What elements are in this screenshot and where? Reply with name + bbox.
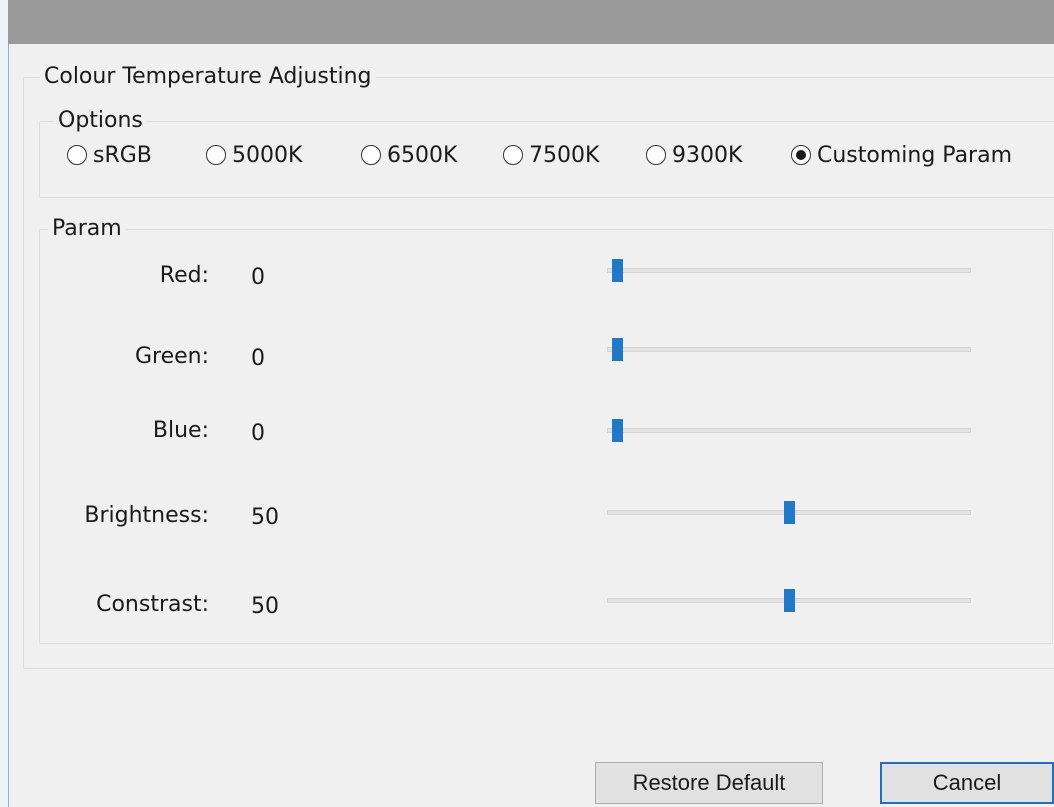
radio-srgb-label: sRGB [93,142,152,168]
radio-srgb[interactable]: sRGB [67,138,152,172]
radio-5000k-label: 5000K [232,142,303,168]
blue-label: Blue: [152,418,209,443]
red-label: Red: [159,263,209,288]
brightness-value: 50 [251,505,279,530]
brightness-label: Brightness: [84,503,209,528]
brightness-slider[interactable] [607,501,971,525]
red-slider-track [607,268,971,273]
contrast-slider[interactable] [607,589,971,613]
radio-6500k[interactable]: 6500K [361,138,457,172]
red-value: 0 [251,265,265,290]
radio-9300k[interactable]: 9300K [646,138,742,172]
radio-circle-icon [206,145,226,165]
brightness-slider-thumb[interactable] [784,501,795,524]
title-bar[interactable] [8,0,1054,44]
green-slider-track [607,347,971,352]
green-slider[interactable] [607,338,971,362]
radio-customing-param[interactable]: Customing Param [791,138,1012,172]
radio-7500k[interactable]: 7500K [503,138,599,172]
restore-default-button[interactable]: Restore Default [595,762,823,804]
blue-slider-thumb[interactable] [612,419,623,442]
radio-5000k[interactable]: 5000K [206,138,302,172]
contrast-slider-thumb[interactable] [784,589,795,612]
param-group-label: Param [48,216,126,242]
colour-temperature-dialog: Colour Temperature Adjusting Options sRG… [9,44,1054,807]
radio-circle-icon [67,145,87,165]
green-value: 0 [251,346,265,371]
radio-circle-icon [503,145,523,165]
colour-temperature-group-label: Colour Temperature Adjusting [40,64,376,90]
window-left-border [0,0,9,807]
radio-9300k-label: 9300K [672,142,743,168]
blue-slider[interactable] [607,419,971,443]
contrast-label: Constrast: [96,592,209,617]
radio-7500k-label: 7500K [529,142,600,168]
radio-circle-icon [361,145,381,165]
radio-selected-icon [791,145,811,165]
options-group-label: Options [54,108,147,134]
red-slider-thumb[interactable] [612,259,623,282]
cancel-button[interactable]: Cancel [880,762,1054,804]
contrast-value: 50 [251,594,279,619]
radio-customing-param-label: Customing Param [817,142,1013,168]
blue-slider-track [607,428,971,433]
green-slider-thumb[interactable] [612,338,623,361]
radio-circle-icon [646,145,666,165]
radio-6500k-label: 6500K [387,142,458,168]
blue-value: 0 [251,421,265,446]
green-label: Green: [134,344,209,369]
red-slider[interactable] [607,259,971,283]
